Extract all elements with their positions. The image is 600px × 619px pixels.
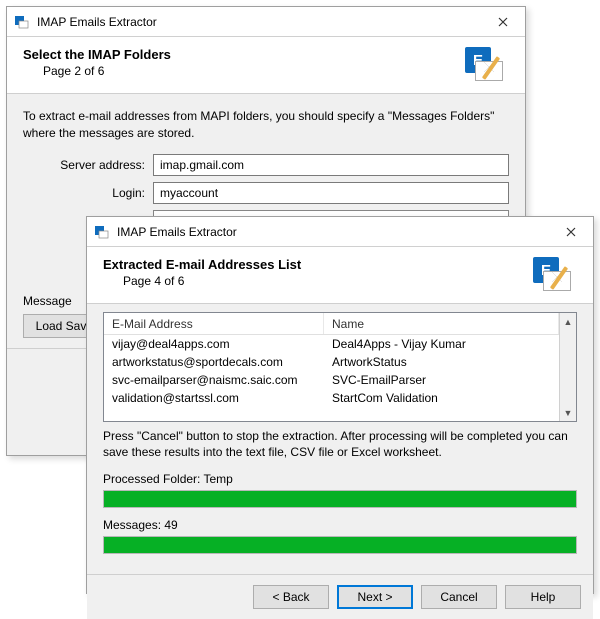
progress-folder <box>103 490 577 508</box>
exchange-mail-icon: E <box>527 257 577 297</box>
scroll-down-icon[interactable]: ▼ <box>560 404 576 421</box>
wizard-header: Select the IMAP Folders Page 2 of 6 E <box>7 37 525 94</box>
titlebar[interactable]: IMAP Emails Extractor <box>87 217 593 247</box>
help-button[interactable]: Help <box>505 585 581 609</box>
list-row[interactable]: artworkstatus@sportdecals.com ArtworkSta… <box>104 353 559 371</box>
list-row[interactable] <box>104 407 559 421</box>
instruction-text: To extract e-mail addresses from MAPI fo… <box>23 108 509 142</box>
list-row[interactable]: vijay@deal4apps.com Deal4Apps - Vijay Ku… <box>104 335 559 353</box>
progress-messages <box>103 536 577 554</box>
scroll-up-icon[interactable]: ▲ <box>560 313 576 330</box>
login-input[interactable]: myaccount <box>153 182 509 204</box>
login-label: Login: <box>23 186 153 200</box>
page-indicator: Page 2 of 6 <box>23 64 459 78</box>
header-title: Extracted E-mail Addresses List <box>103 257 527 272</box>
list-row[interactable]: svc-emailparser@naismc.saic.com SVC-Emai… <box>104 371 559 389</box>
dialog-footer: < Back Next > Cancel Help <box>87 574 593 619</box>
close-button[interactable] <box>480 7 525 36</box>
messages-count-label: Messages: 49 <box>103 518 577 532</box>
app-icon <box>87 224 115 240</box>
server-address-label: Server address: <box>23 158 153 172</box>
hint-text: Press "Cancel" button to stop the extrac… <box>103 428 577 460</box>
column-email[interactable]: E-Mail Address <box>104 313 324 334</box>
title-text: IMAP Emails Extractor <box>115 225 548 239</box>
server-address-input[interactable]: imap.gmail.com <box>153 154 509 176</box>
column-name[interactable]: Name <box>324 313 559 334</box>
app-icon <box>7 14 35 30</box>
back-button[interactable]: < Back <box>253 585 329 609</box>
results-list[interactable]: E-Mail Address Name vijay@deal4apps.com … <box>103 312 577 422</box>
close-button[interactable] <box>548 217 593 246</box>
next-button[interactable]: Next > <box>337 585 413 609</box>
page-indicator: Page 4 of 6 <box>103 274 527 288</box>
wizard-header: Extracted E-mail Addresses List Page 4 o… <box>87 247 593 304</box>
scrollbar[interactable]: ▲ ▼ <box>559 313 576 421</box>
titlebar[interactable]: IMAP Emails Extractor <box>7 7 525 37</box>
dialog-extracted-list: IMAP Emails Extractor Extracted E-mail A… <box>86 216 594 594</box>
processed-folder-label: Processed Folder: Temp <box>103 472 577 486</box>
list-header[interactable]: E-Mail Address Name <box>104 313 559 335</box>
cancel-button[interactable]: Cancel <box>421 585 497 609</box>
messages-partial-label: Message <box>23 294 83 308</box>
title-text: IMAP Emails Extractor <box>35 15 480 29</box>
header-title: Select the IMAP Folders <box>23 47 459 62</box>
exchange-mail-icon: E <box>459 47 509 87</box>
list-row[interactable]: validation@startssl.com StartCom Validat… <box>104 389 559 407</box>
